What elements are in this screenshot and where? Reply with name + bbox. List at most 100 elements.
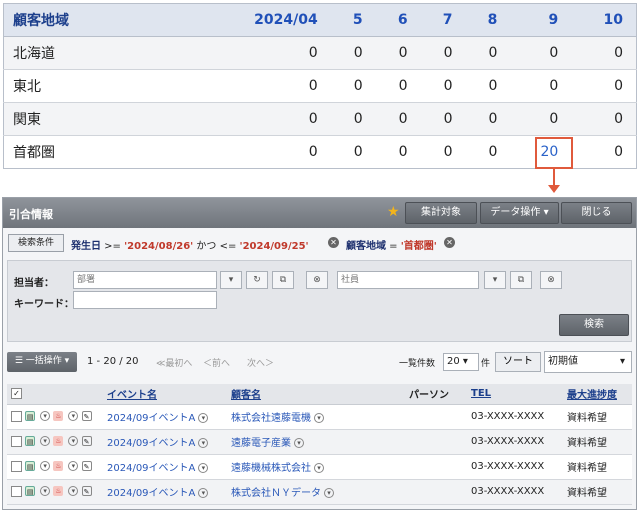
search-button[interactable]: 検索 — [559, 314, 629, 336]
pivot-row-label: 関東 — [3, 102, 180, 136]
customer-cell[interactable]: 株式会社遠藤電機 ▾ — [227, 404, 405, 430]
sort-button[interactable]: ソート — [495, 352, 541, 372]
flame-icon[interactable]: ♨ — [53, 461, 64, 472]
menu-icon[interactable]: ▾ — [314, 463, 324, 473]
record-range: 1 - 20 / 20 — [87, 356, 139, 367]
close-button[interactable]: 閉じる — [561, 202, 632, 224]
customer-link[interactable]: 株式会社ＮＹデータ — [231, 488, 321, 499]
pivot-cell: 0 — [571, 36, 637, 70]
refresh-icon[interactable]: ↻ — [246, 271, 268, 289]
pivot-row: 関東 0 0 0 0 0 0 0 — [3, 102, 637, 136]
pivot-cell: 0 — [420, 69, 466, 103]
condition-value: '首都圏' — [400, 241, 437, 252]
row-checkbox[interactable] — [11, 460, 22, 472]
menu-icon[interactable]: ▾ — [198, 413, 209, 423]
dropdown-icon[interactable]: ▾ — [220, 271, 242, 289]
copy-icon[interactable]: ⧉ — [272, 271, 294, 289]
menu-icon[interactable]: ▾ — [68, 486, 79, 497]
menu-icon[interactable]: ▾ — [294, 438, 304, 448]
header-customer[interactable]: 顧客名 — [227, 384, 405, 405]
pivot-cell: 0 — [465, 135, 511, 169]
menu-icon[interactable]: ▾ — [198, 488, 209, 498]
remove-condition-icon[interactable]: ✕ — [444, 237, 455, 248]
menu-icon[interactable]: ▾ — [40, 436, 51, 447]
detail-icon[interactable]: ▤ — [25, 436, 36, 447]
prev-page-link[interactable]: ＜前へ — [203, 356, 230, 369]
event-cell[interactable]: 2024/09イベントA ▾ — [103, 479, 227, 505]
aggregate-button[interactable]: 集計対象 — [405, 202, 477, 224]
sort-tel-link[interactable]: TEL — [471, 388, 491, 399]
customer-link[interactable]: 株式会社遠藤電機 — [231, 413, 311, 424]
row-checkbox[interactable] — [11, 410, 22, 422]
keyword-input[interactable] — [73, 291, 217, 309]
customer-cell[interactable]: 遠藤電子産業 ▾ — [227, 429, 405, 455]
menu-icon[interactable]: ▾ — [324, 488, 334, 498]
customer-cell[interactable]: 株式会社ＮＹデータ ▾ — [227, 479, 405, 505]
header-progress[interactable]: 最大進捗度 — [563, 384, 632, 405]
header-event[interactable]: イベント名 — [103, 384, 227, 405]
sort-customer-link[interactable]: 顧客名 — [231, 390, 261, 401]
select-all-header[interactable]: ✓ — [7, 384, 103, 405]
pivot-cell: 0 — [179, 36, 331, 70]
data-ops-button[interactable]: データ操作 ▾ — [480, 202, 559, 224]
first-page-link[interactable]: ≪最初へ — [156, 356, 192, 369]
edit-icon[interactable]: ✎ — [81, 436, 92, 447]
department-input[interactable]: 部署 — [73, 271, 217, 289]
copy-icon[interactable]: ⧉ — [510, 271, 532, 289]
menu-icon[interactable]: ▾ — [40, 411, 51, 422]
menu-icon[interactable]: ▾ — [68, 411, 79, 422]
flame-icon[interactable]: ♨ — [53, 436, 64, 447]
event-link[interactable]: 2024/09イベントA — [107, 438, 195, 449]
edit-icon[interactable]: ✎ — [81, 411, 92, 422]
customer-link[interactable]: 遠藤機械株式会社 — [231, 463, 311, 474]
event-link[interactable]: 2024/09イベントA — [107, 488, 195, 499]
customer-cell[interactable]: 遠藤機械株式会社 ▾ — [227, 454, 405, 480]
clear-icon[interactable]: ⊗ — [540, 271, 562, 289]
remove-condition-icon[interactable]: ✕ — [328, 237, 339, 248]
staff-input[interactable]: 社員 — [337, 271, 479, 289]
list-toolbar: ☰ 一括操作 ▾ 1 - 20 / 20 ≪最初へ ＜前へ 次へ＞ 一覧件数 2… — [3, 350, 636, 374]
dropdown-icon[interactable]: ▾ — [484, 271, 506, 289]
pivot-cell: 0 — [571, 69, 637, 103]
search-conditions-button[interactable]: 検索条件 — [8, 234, 64, 252]
tel-cell: 03-XXXX-XXXX — [467, 479, 563, 505]
star-icon[interactable]: ★ — [387, 204, 400, 220]
sort-progress-link[interactable]: 最大進捗度 — [567, 390, 617, 401]
sort-select[interactable]: 初期値 ▾ — [544, 351, 632, 373]
detail-icon[interactable]: ▤ — [25, 461, 36, 472]
clear-icon[interactable]: ⊗ — [306, 271, 328, 289]
edit-icon[interactable]: ✎ — [81, 461, 92, 472]
header-tel[interactable]: TEL — [467, 384, 563, 405]
pivot-cell: 0 — [330, 102, 376, 136]
progress-cell: 資料希望 — [563, 404, 632, 430]
event-link[interactable]: 2024/09イベントA — [107, 413, 195, 424]
condition-value: '2024/09/25' — [239, 241, 309, 252]
menu-icon[interactable]: ▾ — [68, 436, 79, 447]
detail-icon[interactable]: ▤ — [25, 411, 36, 422]
menu-icon[interactable]: ▾ — [68, 461, 79, 472]
event-cell[interactable]: 2024/09イベントA ▾ — [103, 429, 227, 455]
menu-icon[interactable]: ▾ — [40, 461, 51, 472]
menu-icon[interactable]: ▾ — [314, 413, 324, 423]
edit-icon[interactable]: ✎ — [81, 486, 92, 497]
pivot-row: 北海道 0 0 0 0 0 0 0 — [3, 36, 637, 70]
flame-icon[interactable]: ♨ — [53, 486, 64, 497]
detail-icon[interactable]: ▤ — [25, 486, 36, 497]
pivot-col-header: 10 — [571, 3, 637, 37]
next-page-link[interactable]: 次へ＞ — [247, 356, 274, 369]
customer-link[interactable]: 遠藤電子産業 — [231, 438, 291, 449]
menu-icon[interactable]: ▾ — [198, 463, 209, 473]
per-page-select[interactable]: 20 ▾ — [443, 353, 479, 371]
select-all-checkbox[interactable]: ✓ — [11, 388, 22, 399]
row-checkbox[interactable] — [11, 485, 22, 497]
row-checkbox[interactable] — [11, 435, 22, 447]
bulk-action-button[interactable]: ☰ 一括操作 ▾ — [7, 352, 77, 372]
event-cell[interactable]: 2024/09イベントA ▾ — [103, 404, 227, 430]
sort-event-link[interactable]: イベント名 — [107, 390, 157, 401]
menu-icon[interactable]: ▾ — [40, 486, 51, 497]
event-link[interactable]: 2024/09イベントA — [107, 463, 195, 474]
flame-icon[interactable]: ♨ — [53, 411, 64, 422]
menu-icon[interactable]: ▾ — [198, 438, 209, 448]
event-cell[interactable]: 2024/09イベントA ▾ — [103, 454, 227, 480]
pivot-header-row: 顧客地域 2024/04 5 6 7 8 9 10 — [3, 3, 637, 37]
